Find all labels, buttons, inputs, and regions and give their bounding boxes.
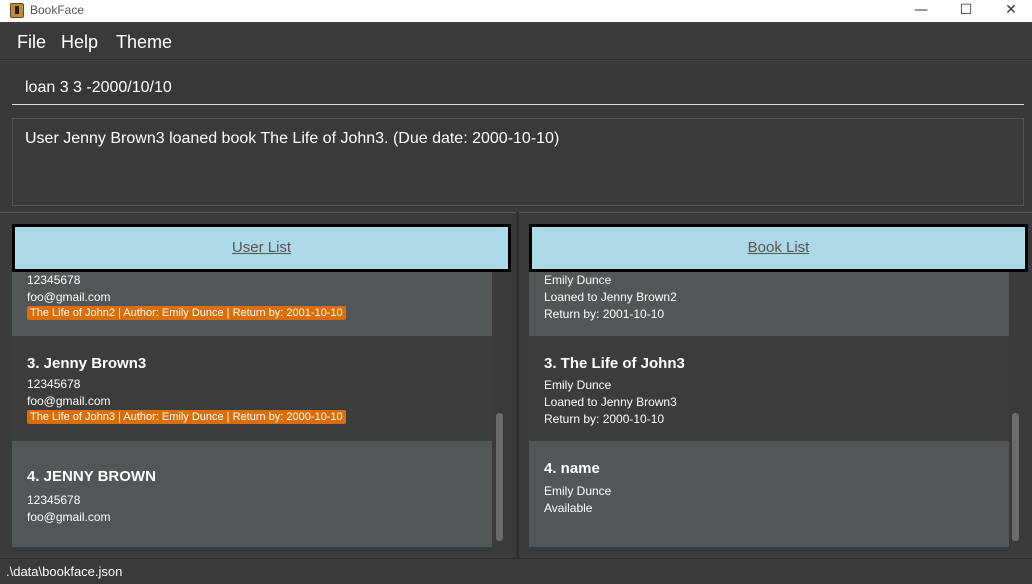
result-display: User Jenny Brown3 loaned book The Life o… [12, 118, 1024, 206]
user-list-header-label: User List [231, 239, 292, 256]
user-card-4[interactable]: 4. JENNY BROWN 12345678 foo@gmail.com [12, 441, 492, 547]
book-list-panel: Book List Emily Dunce Loaned to Jenny Br… [519, 212, 1032, 558]
user-list-header[interactable]: User List [12, 224, 511, 272]
book-return-date: Return by: 2000-10-10 [544, 412, 665, 426]
book-title: 3. The Life of John3 [544, 355, 685, 372]
user-list[interactable]: 12345678 foo@gmail.com The Life of John2… [12, 272, 506, 547]
menu-bar: File Help Theme [0, 24, 1032, 60]
app-book-icon [10, 3, 24, 18]
user-card-2[interactable]: 12345678 foo@gmail.com The Life of John2… [12, 272, 492, 336]
book-card-3[interactable]: 3. The Life of John3 Emily Dunce Loaned … [529, 336, 1009, 441]
book-author: Emily Dunce [544, 484, 612, 498]
user-email: foo@gmail.com [27, 290, 111, 304]
minimize-button[interactable]: — [898, 0, 944, 22]
loan-tag: The Life of John3 | Author: Emily Dunce … [27, 410, 346, 424]
book-title: 4. name [544, 460, 600, 477]
menu-file[interactable]: File [17, 32, 46, 53]
user-phone: 12345678 [27, 493, 81, 507]
status-bar: .\data\bookface.json [0, 558, 1032, 584]
book-author: Emily Dunce [544, 273, 612, 287]
book-list-scrollbar[interactable] [1012, 413, 1019, 541]
book-list-header-label: Book List [747, 239, 810, 256]
book-card-2[interactable]: Emily Dunce Loaned to Jenny Brown2 Retur… [529, 272, 1009, 336]
window-title: BookFace [30, 3, 85, 17]
user-name: 3. Jenny Brown3 [27, 355, 147, 372]
user-card-3[interactable]: 3. Jenny Brown3 12345678 foo@gmail.com T… [12, 336, 492, 441]
maximize-button[interactable]: ☐ [943, 0, 989, 22]
menu-help[interactable]: Help [61, 32, 98, 53]
user-name: 4. JENNY BROWN [27, 468, 156, 485]
book-card-4[interactable]: 4. name Emily Dunce Available [529, 441, 1009, 547]
result-text: User Jenny Brown3 loaned book The Life o… [25, 130, 560, 147]
title-bar: BookFace — ☐ ✕ [0, 0, 1032, 22]
loan-tag: The Life of John2 | Author: Emily Dunce … [27, 306, 346, 320]
close-button[interactable]: ✕ [988, 0, 1032, 22]
data-file-path: .\data\bookface.json [6, 564, 123, 579]
command-area: User Jenny Brown3 loaned book The Life o… [0, 61, 1032, 211]
book-list-header[interactable]: Book List [529, 224, 1028, 272]
book-loan-status: Loaned to Jenny Brown2 [544, 290, 677, 304]
user-list-panel: User List 12345678 foo@gmail.com The Lif… [0, 212, 516, 558]
book-list[interactable]: Emily Dunce Loaned to Jenny Brown2 Retur… [529, 272, 1025, 547]
menu-theme[interactable]: Theme [116, 32, 172, 53]
user-phone: 12345678 [27, 273, 81, 287]
book-return-date: Return by: 2001-10-10 [544, 307, 665, 321]
book-author: Emily Dunce [544, 378, 612, 392]
book-loan-status: Loaned to Jenny Brown3 [544, 395, 677, 409]
command-input[interactable] [12, 71, 1024, 105]
user-list-scrollbar[interactable] [496, 413, 503, 541]
user-phone: 12345678 [27, 377, 81, 391]
user-email: foo@gmail.com [27, 394, 111, 408]
user-email: foo@gmail.com [27, 510, 111, 524]
book-availability: Available [544, 501, 593, 515]
